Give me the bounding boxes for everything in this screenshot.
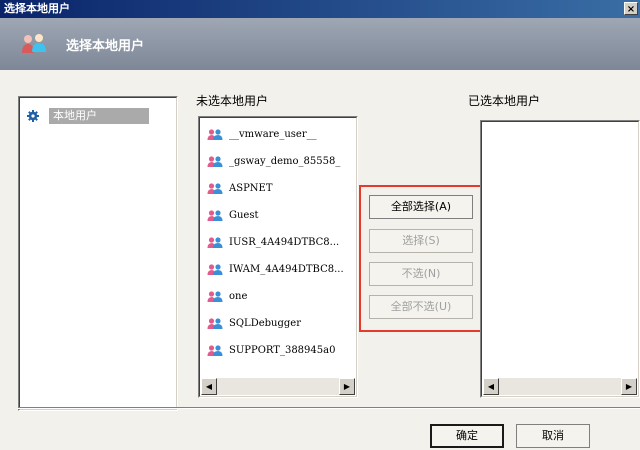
- available-users-label: 未选本地用户: [196, 94, 269, 108]
- cancel-button[interactable]: 取消: [516, 424, 590, 448]
- user-name: ASPNET: [229, 183, 273, 194]
- header-title: 选择本地用户: [66, 39, 145, 54]
- user-name: SUPPORT_388945a0: [229, 345, 336, 356]
- dialog-title-bar: 选择本地用户 ×: [0, 0, 640, 18]
- user-list-item[interactable]: _gsway_demo_85558_: [199, 148, 357, 175]
- user-icon: [207, 155, 223, 167]
- scroll-left-button[interactable]: ◀: [483, 378, 499, 395]
- unselect-button[interactable]: 不选(N): [369, 262, 473, 286]
- available-users-list[interactable]: __vmware_user__ _gsway_demo_85558_ ASPNET G…: [198, 116, 358, 398]
- close-button[interactable]: ×: [624, 2, 638, 15]
- user-list-item[interactable]: Guest: [199, 202, 357, 229]
- user-name: IUSR_4A494DTBC8...: [229, 237, 340, 248]
- gear-icon: [27, 110, 39, 122]
- tree-item-label: 本地用户: [49, 108, 149, 124]
- footer-divider: [18, 407, 640, 409]
- selected-list-hscrollbar[interactable]: ◀ ▶: [483, 378, 637, 395]
- user-icon: [207, 209, 223, 221]
- user-list-item[interactable]: IWAM_4A494DTBC8...: [199, 256, 357, 283]
- dialog-title: 选择本地用户: [4, 2, 70, 15]
- ok-button[interactable]: 确定: [430, 424, 504, 448]
- user-list-item[interactable]: __vmware_user__: [199, 121, 357, 148]
- scroll-right-button[interactable]: ▶: [339, 378, 355, 395]
- selected-users-list[interactable]: ◀ ▶: [480, 120, 640, 398]
- user-icon: [207, 290, 223, 302]
- dialog-body: 本地用户 未选本地用户 已选本地用户 __vmware_user__ _gsway…: [0, 70, 640, 450]
- user-icon: [207, 182, 223, 194]
- user-list-item[interactable]: SQLDebugger: [199, 310, 357, 337]
- user-name: _gsway_demo_85558_: [229, 156, 341, 167]
- user-name: Guest: [229, 210, 259, 221]
- user-icon: [207, 263, 223, 275]
- selected-users-label: 已选本地用户: [468, 94, 541, 108]
- select-all-button[interactable]: 全部选择(A): [369, 195, 473, 219]
- user-name: __vmware_user__: [229, 129, 317, 140]
- user-list-item[interactable]: ASPNET: [199, 175, 357, 202]
- user-list-item[interactable]: IUSR_4A494DTBC8...: [199, 229, 357, 256]
- user-icon: [207, 344, 223, 356]
- user-name: SQLDebugger: [229, 318, 301, 329]
- unselect-all-button[interactable]: 全部不选(U): [369, 295, 473, 319]
- tree-item-local-users[interactable]: 本地用户: [27, 107, 149, 125]
- user-icon: [207, 128, 223, 140]
- user-list-item[interactable]: one: [199, 283, 357, 310]
- tree-panel: 本地用户: [18, 96, 178, 411]
- users-icon: [20, 33, 48, 58]
- dialog-header: 选择本地用户: [0, 18, 640, 70]
- user-name: one: [229, 291, 248, 302]
- action-buttons-highlight: 全部选择(A) 选择(S) 不选(N) 全部不选(U): [359, 185, 483, 332]
- user-list-items: __vmware_user__ _gsway_demo_85558_ ASPNET G…: [199, 117, 357, 377]
- select-button[interactable]: 选择(S): [369, 229, 473, 253]
- user-icon: [207, 236, 223, 248]
- scroll-left-button[interactable]: ◀: [201, 378, 217, 395]
- user-icon: [207, 317, 223, 329]
- available-list-hscrollbar[interactable]: ◀ ▶: [201, 378, 355, 395]
- user-list-item[interactable]: SUPPORT_388945a0: [199, 337, 357, 364]
- scroll-right-button[interactable]: ▶: [621, 378, 637, 395]
- user-name: IWAM_4A494DTBC8...: [229, 264, 344, 275]
